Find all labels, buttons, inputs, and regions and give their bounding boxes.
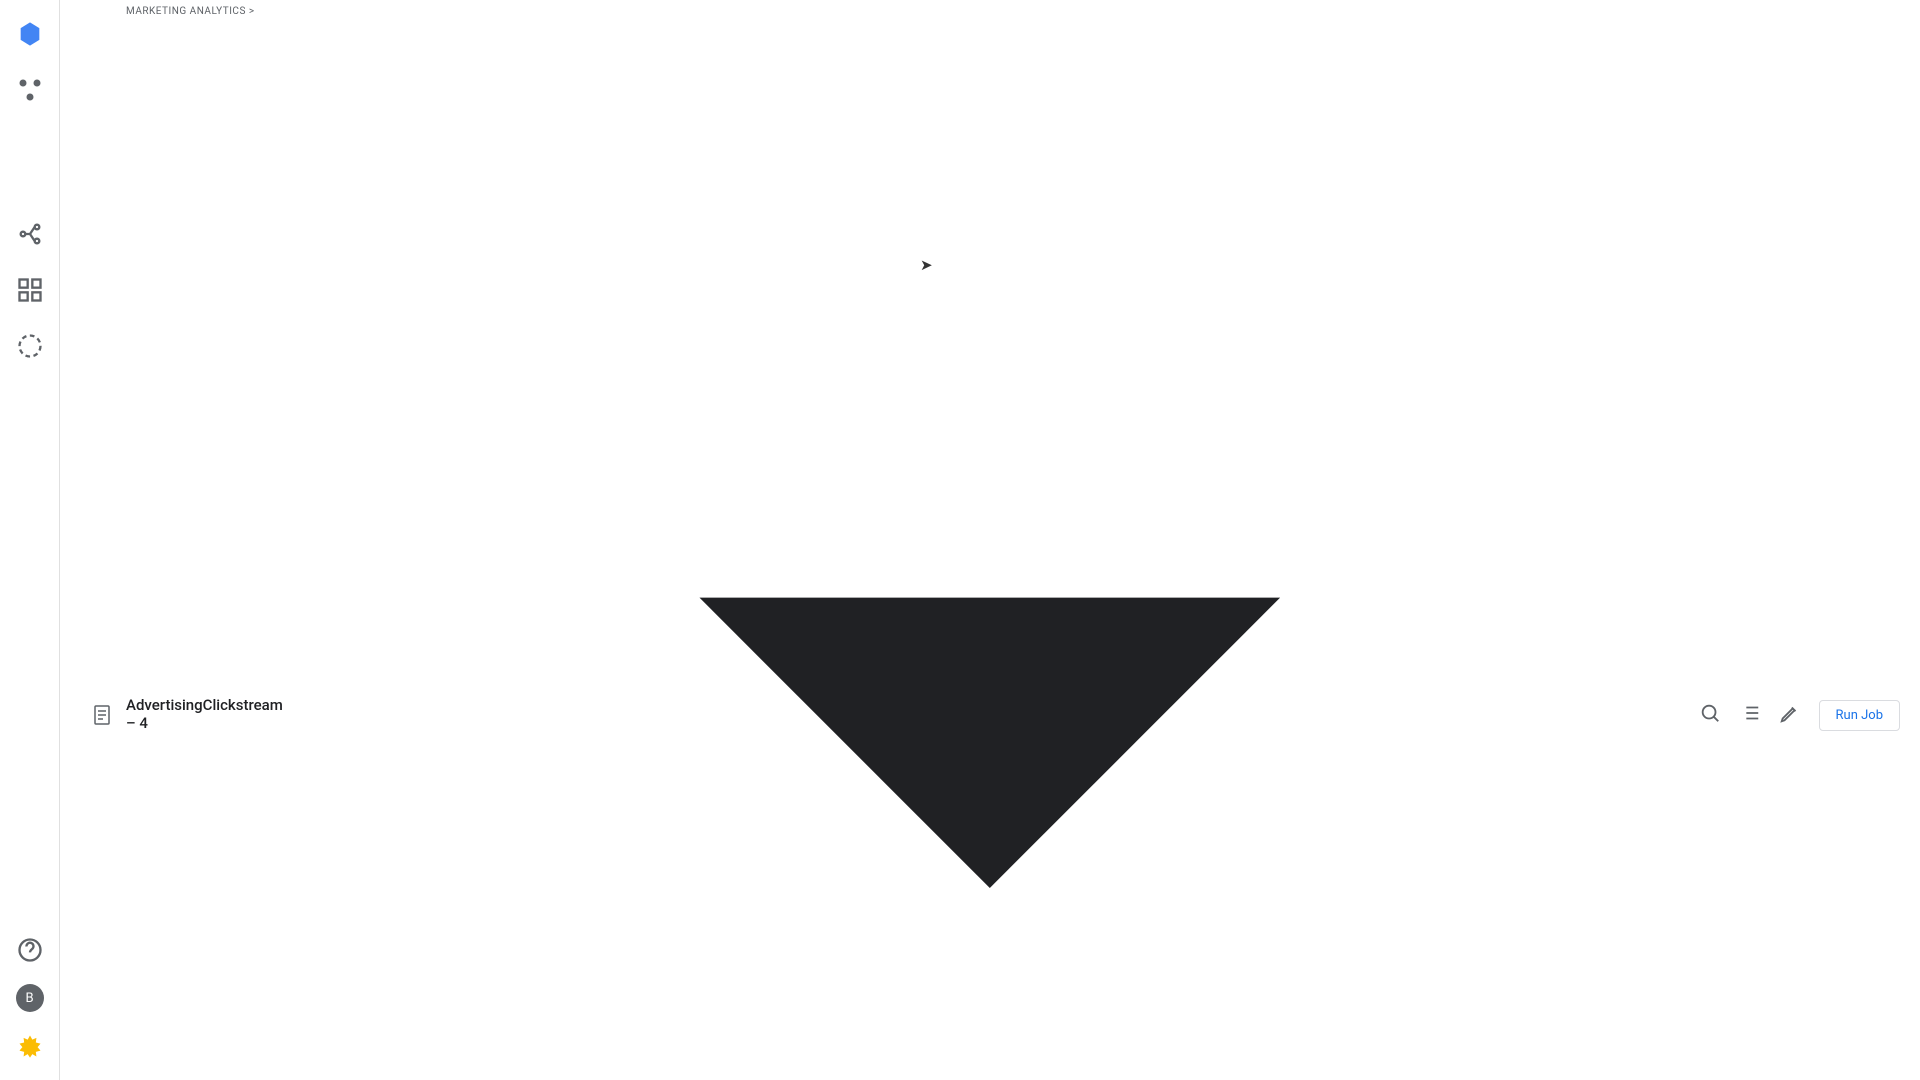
avatar[interactable]: B: [16, 984, 44, 1012]
home-icon[interactable]: [16, 20, 44, 48]
page-title[interactable]: AdvertisingClickstream – 4: [126, 17, 1687, 1080]
chevron-down-icon[interactable]: [293, 17, 1687, 1080]
cloud-icon[interactable]: [16, 1032, 44, 1060]
library-icon[interactable]: [16, 276, 44, 304]
jobs-icon[interactable]: [16, 332, 44, 360]
breadcrumb[interactable]: MARKETING ANALYTICS >: [126, 6, 1687, 17]
left-nav-rail: B: [0, 0, 60, 1080]
dataset-icon: [90, 703, 114, 727]
recipe-icon[interactable]: [16, 220, 44, 248]
search-icon[interactable]: [1699, 702, 1721, 728]
help-icon[interactable]: [16, 936, 44, 964]
flows-icon[interactable]: [16, 76, 44, 104]
run-job-button[interactable]: Run Job: [1819, 700, 1900, 731]
list-icon[interactable]: [1739, 702, 1761, 728]
header: MARKETING ANALYTICS > AdvertisingClickst…: [60, 0, 1920, 1080]
edit-icon[interactable]: [1779, 702, 1801, 728]
